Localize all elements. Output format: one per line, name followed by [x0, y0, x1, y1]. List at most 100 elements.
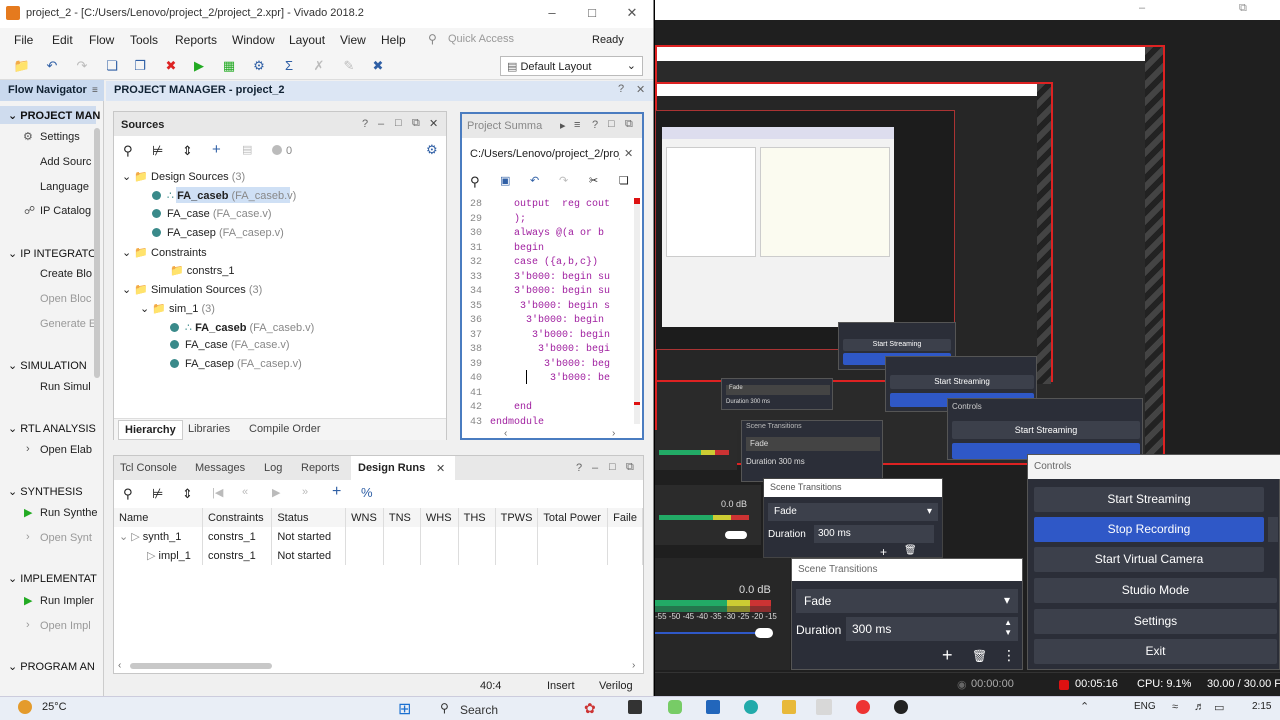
scroll-right-icon[interactable]: ›: [632, 660, 635, 671]
close-file-icon[interactable]: ✕: [624, 147, 633, 160]
store-icon[interactable]: [706, 700, 720, 714]
help-icon[interactable]: ?: [618, 83, 624, 95]
undo-icon[interactable]: ↶: [530, 174, 539, 187]
battery-icon[interactable]: ▭: [1214, 701, 1224, 714]
copy-icon[interactable]: ❏: [619, 174, 629, 187]
code-line[interactable]: 3'b000: begin: [490, 314, 625, 329]
quick-access-input[interactable]: Quick Access: [448, 33, 514, 45]
stop-recording-button[interactable]: Stop Recording: [1034, 517, 1264, 542]
start-streaming-button[interactable]: Start Streaming: [1034, 487, 1264, 512]
col-whs[interactable]: WHS: [420, 508, 459, 527]
redo-icon[interactable]: ↷: [559, 174, 568, 187]
sim-file-fa-case[interactable]: FA_case (FA_case.v): [170, 339, 290, 351]
col-status[interactable]: Status: [271, 508, 347, 527]
section-project-manager[interactable]: ⌄ PROJECT MAN: [8, 109, 100, 122]
tab-log[interactable]: Log: [264, 462, 282, 474]
restore-panel-icon[interactable]: □: [609, 461, 616, 473]
record-options-button[interactable]: [1268, 517, 1278, 542]
constraints-node[interactable]: ⌄ 📁 Constraints: [122, 246, 207, 259]
editor-tab-project-summary[interactable]: Project Summa: [467, 120, 542, 132]
wifi-icon[interactable]: ≈: [1172, 701, 1178, 713]
mini-fade[interactable]: Fade: [726, 385, 830, 395]
close-tab-icon[interactable]: ✕: [436, 462, 445, 475]
help-icon[interactable]: ?: [362, 118, 368, 130]
search-icon[interactable]: ⚲: [123, 143, 133, 159]
file-fa-casep[interactable]: FA_casep (FA_casep.v): [152, 227, 284, 239]
tab-reports[interactable]: Reports: [301, 462, 340, 474]
col-tns[interactable]: TNS: [383, 508, 421, 527]
collapse-all-icon[interactable]: ⊭: [152, 143, 163, 159]
edge-icon[interactable]: [744, 700, 758, 714]
horizontal-scrollbar[interactable]: [130, 663, 272, 669]
code-line[interactable]: end: [490, 401, 625, 416]
float-panel-icon[interactable]: ⧉: [412, 117, 420, 130]
fn-ip-catalog[interactable]: IP Catalog: [40, 205, 91, 217]
transition-select[interactable]: Fade ▾: [796, 589, 1018, 613]
studio-mode-button[interactable]: Studio Mode: [1034, 578, 1277, 603]
code-line[interactable]: 3'b000: begin su: [490, 271, 625, 286]
volume-icon[interactable]: ♬: [1194, 701, 1205, 713]
play-icon[interactable]: ▶: [272, 486, 280, 499]
settings-gear-icon[interactable]: ⚙: [249, 56, 269, 76]
file-fa-case[interactable]: FA_case (FA_case.v): [152, 208, 272, 220]
col-wns[interactable]: WNS: [345, 508, 384, 527]
code-line[interactable]: 3'b000: begin s: [490, 300, 625, 315]
auto-connect-icon[interactable]: ✖: [368, 56, 388, 76]
code-line[interactable]: [490, 387, 625, 402]
add-transition-icon[interactable]: +: [942, 645, 953, 666]
mini-start-streaming[interactable]: Start Streaming: [843, 339, 951, 351]
maximize-icon[interactable]: □: [582, 4, 602, 22]
add-run-icon[interactable]: +: [332, 483, 341, 501]
close-icon[interactable]: ✕: [622, 4, 642, 22]
col-name[interactable]: Name: [114, 508, 203, 527]
undo-icon[interactable]: ↶: [42, 56, 62, 76]
chevron-up-icon[interactable]: ⌃: [1080, 700, 1089, 713]
fn-run-implementation[interactable]: Run Impler: [40, 595, 94, 607]
fn-create-block[interactable]: Create Blo: [40, 268, 92, 280]
duration-input[interactable]: 300 ms ▲ ▼: [846, 617, 1018, 641]
menu-window[interactable]: Window: [232, 33, 275, 47]
volume-slider-mid[interactable]: [725, 531, 747, 539]
tab-design-runs[interactable]: Design Runs: [358, 462, 425, 474]
search-icon[interactable]: ⚲: [470, 174, 480, 190]
file-explorer-icon[interactable]: [782, 700, 796, 714]
tab-list-icon[interactable]: ≡: [574, 119, 580, 131]
expand-all-icon[interactable]: ⇕: [182, 143, 193, 159]
code-line[interactable]: 3'b000: begi: [490, 343, 625, 358]
design-sources-node[interactable]: ⌄ 📁 Design Sources (3): [122, 170, 245, 183]
code-line[interactable]: 3'b000: begin: [490, 329, 625, 344]
code-area[interactable]: 28 29 30 31 32 33 34 35 36 37 38 39 40 41 42 43 output …: [462, 196, 642, 426]
section-program-debug[interactable]: ⌄ PROGRAM AN: [8, 660, 95, 673]
menu-tools[interactable]: Tools: [130, 33, 158, 47]
forward-icon[interactable]: »: [302, 486, 308, 498]
volume-slider[interactable]: [755, 628, 773, 638]
code-text[interactable]: output reg cout ); always @(a or b begin…: [490, 198, 625, 426]
tab-hierarchy[interactable]: Hierarchy: [118, 420, 183, 440]
tab-tcl-console[interactable]: Tcl Console: [120, 462, 177, 474]
close-pm-icon[interactable]: ✕: [636, 83, 645, 96]
simulation-sources-node[interactable]: ⌄ 📁 Simulation Sources (3): [122, 283, 262, 296]
col-total-power[interactable]: Total Power: [537, 508, 609, 527]
fn-open-block[interactable]: Open Bloc: [40, 293, 91, 305]
transition-select-mid[interactable]: Fade ▾: [768, 503, 938, 521]
fn-open-synthesized[interactable]: Open Synt: [40, 532, 92, 544]
copy-icon[interactable]: ❏: [102, 56, 122, 76]
menu-view[interactable]: View: [340, 33, 366, 47]
add-source-icon[interactable]: +: [212, 141, 221, 158]
col-constraints[interactable]: Constraints: [202, 508, 273, 527]
app-icon-1[interactable]: ✿: [584, 700, 596, 717]
program-icon[interactable]: ▦: [219, 56, 239, 76]
minimize-panel-icon[interactable]: –: [378, 118, 384, 130]
fn-language-templates[interactable]: Language: [40, 181, 89, 193]
sim-file-fa-casep[interactable]: FA_casep (FA_casep.v): [170, 358, 302, 370]
fn-settings[interactable]: Settings: [40, 131, 80, 143]
mini-fade[interactable]: Fade: [746, 437, 880, 451]
code-line[interactable]: endmodule: [490, 416, 625, 427]
delete-icon[interactable]: ✖: [161, 56, 181, 76]
section-simulation[interactable]: ⌄ SIMULATION: [8, 359, 87, 372]
clock[interactable]: 2:15: [1252, 701, 1271, 712]
app-icon-2[interactable]: [628, 700, 642, 714]
language-indicator[interactable]: ENG: [1134, 701, 1156, 712]
fn-run-synthesis[interactable]: Run Synthe: [40, 507, 97, 519]
menu-layout[interactable]: Layout: [289, 33, 325, 47]
